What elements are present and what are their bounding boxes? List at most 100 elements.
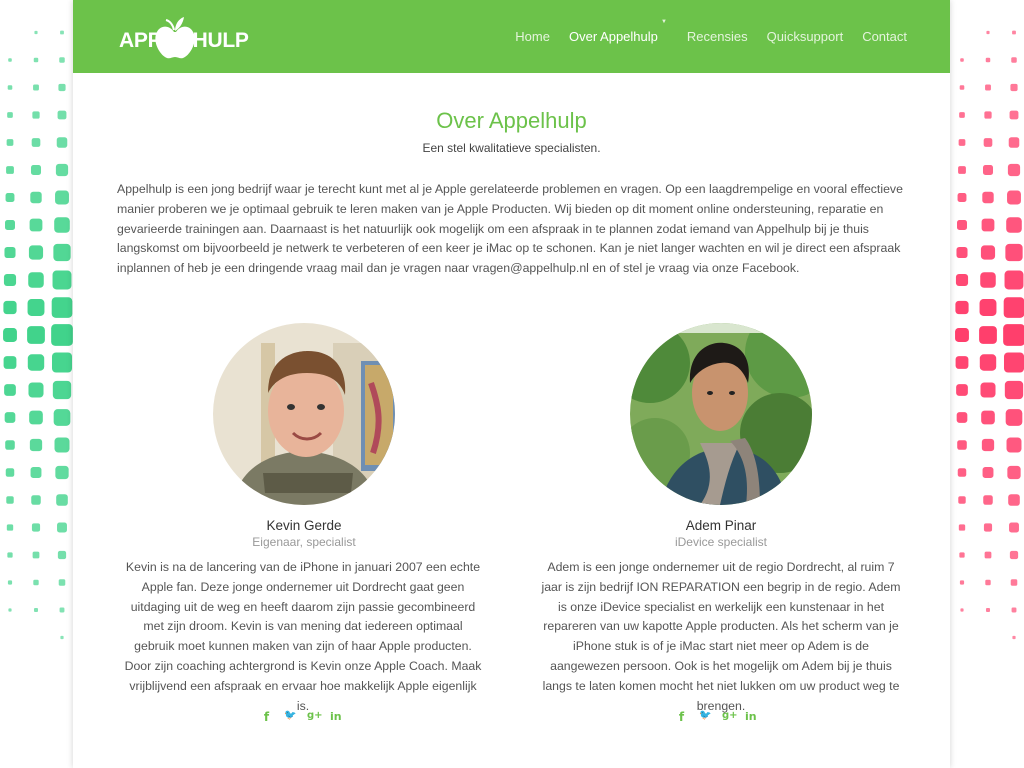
pattern-square bbox=[7, 112, 13, 118]
pattern-square bbox=[1004, 380, 1024, 400]
pattern-square bbox=[5, 440, 15, 450]
pattern-square bbox=[959, 112, 965, 118]
nav-over-appelhulp-label: Over Appelhulp bbox=[568, 29, 658, 44]
facebook-icon[interactable]: f bbox=[261, 710, 272, 724]
social-links-adem: f 🐦 g+ in bbox=[676, 710, 757, 724]
pattern-square bbox=[55, 190, 69, 205]
pattern-square bbox=[1005, 243, 1023, 262]
pattern-square bbox=[1005, 409, 1023, 426]
pattern-square bbox=[34, 30, 38, 35]
google-plus-icon[interactable]: g+ bbox=[307, 710, 323, 724]
pattern-square bbox=[983, 138, 993, 147]
pattern-square bbox=[1011, 57, 1017, 63]
pattern-square bbox=[31, 523, 41, 532]
pattern-square bbox=[959, 580, 965, 585]
page-subtitle: Een stel kwalitatieve specialisten. bbox=[422, 141, 601, 155]
pattern-square bbox=[959, 85, 965, 90]
twitter-icon[interactable]: 🐦 bbox=[284, 710, 296, 724]
pattern-square bbox=[958, 166, 966, 174]
pattern-square bbox=[7, 580, 13, 585]
pattern-square bbox=[51, 352, 73, 373]
pattern-square bbox=[32, 111, 40, 119]
nav-home-label: Home bbox=[515, 29, 550, 44]
pattern-square bbox=[3, 273, 17, 287]
pattern-square bbox=[58, 579, 66, 586]
team-member-name: Adem Pinar bbox=[685, 518, 757, 533]
pattern-square bbox=[1008, 494, 1020, 506]
logo-wordmark: APPEL HULP bbox=[119, 29, 249, 52]
linkedin-icon[interactable]: in bbox=[330, 710, 342, 724]
nav-quicksupport-label: Quicksupport bbox=[766, 29, 844, 44]
pattern-square bbox=[1012, 635, 1016, 640]
linkedin-icon[interactable]: in bbox=[745, 710, 757, 724]
pattern-square bbox=[983, 495, 993, 505]
pattern-square bbox=[27, 299, 45, 316]
twitter-icon[interactable]: 🐦 bbox=[699, 710, 711, 724]
pattern-square bbox=[985, 607, 991, 613]
pattern-square bbox=[981, 218, 995, 232]
pattern-square bbox=[57, 110, 67, 120]
nav-recensies[interactable]: Recensies bbox=[687, 29, 748, 44]
nav-quicksupport[interactable]: Quicksupport bbox=[767, 29, 844, 44]
pattern-square bbox=[3, 328, 17, 342]
pattern-square bbox=[955, 328, 969, 342]
nav-over-appelhulp[interactable]: Over Appelhulp ▼ bbox=[568, 19, 667, 44]
pattern-square bbox=[28, 245, 44, 260]
page-title: Over Appelhulp bbox=[436, 108, 587, 133]
avatar-adem-pinar bbox=[630, 323, 812, 505]
pattern-square bbox=[1007, 465, 1021, 480]
page-container: APPEL HULP Home Over Appelhulp ▼ Recensie… bbox=[73, 0, 950, 768]
pattern-square bbox=[958, 139, 966, 146]
pattern-square bbox=[981, 438, 995, 452]
pattern-square bbox=[4, 412, 16, 423]
intro-paragraph: Appelhulp is een jong bedrijf waar je te… bbox=[117, 182, 903, 276]
pattern-square bbox=[6, 524, 14, 531]
pattern-square bbox=[1010, 579, 1018, 586]
pattern-square bbox=[985, 579, 991, 586]
pattern-square bbox=[955, 300, 969, 315]
pattern-square bbox=[982, 467, 994, 478]
pattern-square bbox=[29, 218, 43, 232]
pattern-square bbox=[33, 84, 39, 91]
pattern-square bbox=[52, 270, 72, 290]
pattern-square bbox=[27, 354, 45, 371]
pattern-square bbox=[1009, 522, 1019, 533]
google-plus-icon[interactable]: g+ bbox=[722, 710, 738, 724]
avatar-kevin-gerde bbox=[213, 323, 395, 505]
pattern-square bbox=[56, 494, 68, 506]
pattern-square bbox=[982, 191, 994, 204]
team-member-name: Kevin Gerde bbox=[266, 518, 342, 533]
pattern-square bbox=[8, 58, 12, 62]
facebook-icon[interactable]: f bbox=[676, 710, 687, 724]
pattern-square bbox=[5, 468, 15, 477]
nav-home[interactable]: Home bbox=[515, 29, 550, 44]
nav-contact[interactable]: Contact bbox=[862, 29, 907, 44]
pattern-square bbox=[979, 326, 997, 344]
pattern-square bbox=[57, 522, 67, 533]
pattern-square bbox=[28, 382, 44, 398]
pattern-square bbox=[984, 111, 992, 119]
pattern-square bbox=[1009, 550, 1019, 560]
pattern-square bbox=[53, 243, 71, 262]
pattern-square bbox=[55, 465, 69, 480]
pattern-square bbox=[60, 635, 64, 640]
pattern-square bbox=[57, 550, 67, 560]
site-header: APPEL HULP Home Over Appelhulp ▼ Recensie… bbox=[73, 0, 950, 73]
pattern-square bbox=[986, 30, 990, 35]
pattern-square bbox=[957, 440, 967, 450]
pattern-square bbox=[30, 191, 42, 204]
pattern-square bbox=[3, 300, 17, 315]
pattern-square bbox=[982, 164, 994, 176]
pattern-square bbox=[1006, 217, 1022, 233]
pattern-square bbox=[28, 272, 44, 288]
pattern-square bbox=[29, 438, 43, 452]
pattern-square bbox=[6, 166, 14, 174]
pattern-square bbox=[1009, 110, 1019, 120]
site-logo[interactable]: APPEL HULP bbox=[119, 10, 249, 65]
pattern-square bbox=[56, 137, 68, 148]
pattern-square bbox=[955, 356, 969, 369]
pattern-square bbox=[7, 552, 13, 558]
pattern-square bbox=[60, 30, 64, 35]
pattern-square bbox=[958, 496, 966, 504]
pattern-square bbox=[960, 58, 964, 62]
